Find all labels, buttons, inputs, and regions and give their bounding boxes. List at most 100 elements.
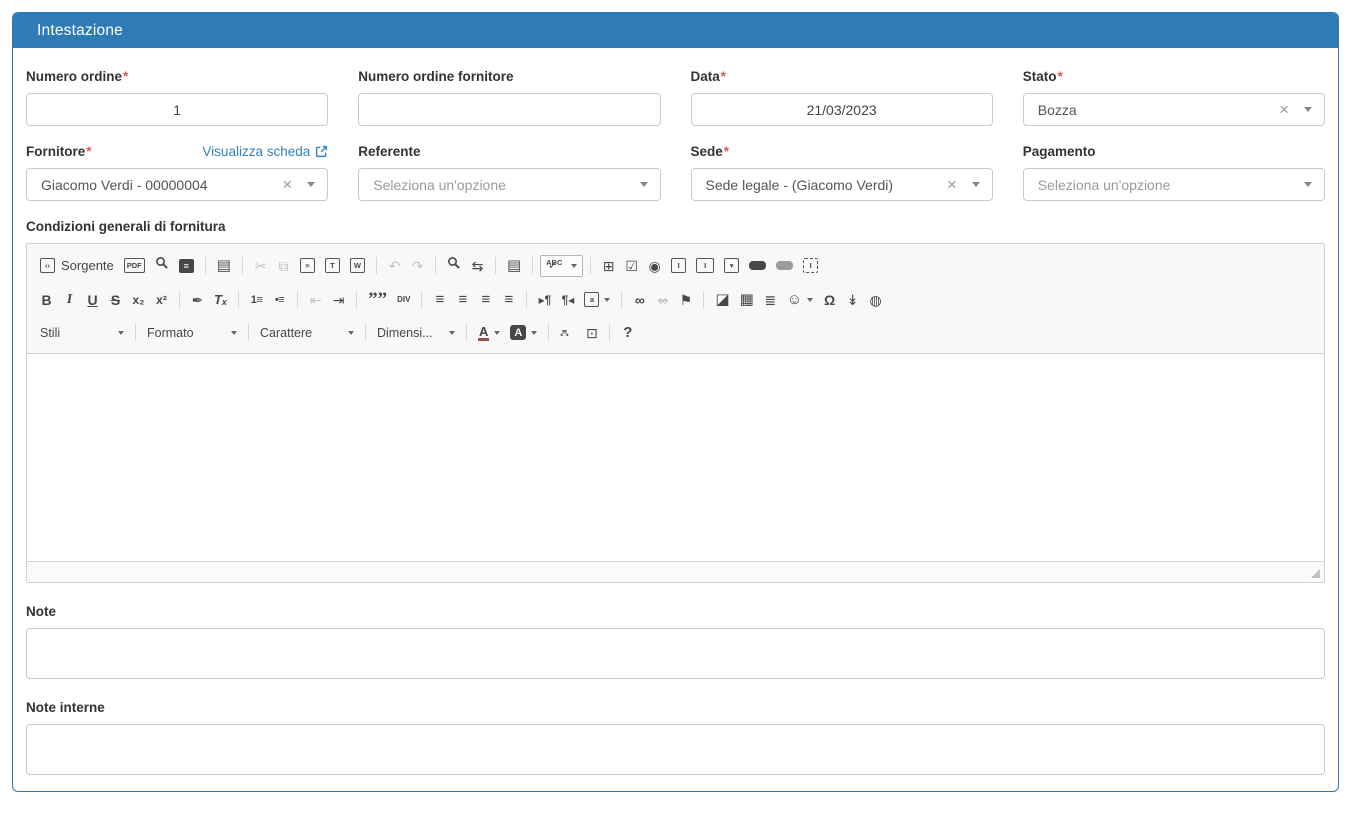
smiley-icon[interactable]: ☺ bbox=[783, 289, 817, 311]
anchor-icon[interactable]: ⚑ bbox=[675, 289, 696, 311]
numero-ordine-label: Numero ordine* bbox=[26, 69, 128, 84]
toolbar-separator bbox=[548, 324, 549, 341]
header-fields-grid: Numero ordine* Numero ordine fornitore D… bbox=[26, 68, 1325, 201]
clear-icon[interactable]: × bbox=[1279, 101, 1289, 118]
stato-label: Stato* bbox=[1023, 69, 1063, 84]
editor-content-area[interactable] bbox=[27, 354, 1324, 561]
copy-formatting-icon[interactable]: ✒ bbox=[187, 289, 208, 311]
bulleted-list-icon[interactable]: •≡ bbox=[269, 289, 290, 311]
templates-icon[interactable]: ▤ bbox=[213, 255, 235, 277]
clear-icon[interactable]: × bbox=[947, 176, 957, 193]
note-textarea[interactable] bbox=[26, 628, 1325, 679]
toolbar-separator bbox=[590, 257, 591, 274]
superscript-icon[interactable]: x² bbox=[151, 289, 172, 311]
bidi-ltr-icon[interactable]: ▸¶ bbox=[534, 289, 555, 311]
paste-icon[interactable]: ≡ bbox=[296, 255, 319, 277]
clear-icon[interactable]: × bbox=[282, 176, 292, 193]
replace-icon[interactable]: ⇆ bbox=[467, 255, 488, 277]
fornitore-label: Fornitore* bbox=[26, 144, 92, 159]
cut-icon: ✂ bbox=[250, 255, 271, 277]
align-left-icon[interactable]: ≡ bbox=[429, 289, 450, 311]
referente-label: Referente bbox=[358, 144, 420, 159]
toolbar-separator bbox=[205, 257, 206, 274]
print-icon[interactable]: ≡ bbox=[175, 255, 198, 277]
italic-icon[interactable]: I bbox=[59, 289, 80, 311]
hidden-field-icon[interactable]: I bbox=[799, 255, 822, 277]
data-label: Data* bbox=[691, 69, 727, 84]
print-preview-icon[interactable] bbox=[151, 254, 173, 277]
toolbar-separator bbox=[466, 324, 467, 341]
stato-select[interactable]: Bozza × bbox=[1023, 93, 1325, 126]
show-blocks-icon[interactable]: ⊡ bbox=[581, 322, 602, 344]
visualizza-scheda-link[interactable]: Visualizza scheda bbox=[202, 144, 328, 159]
form-icon[interactable]: ⊞ bbox=[598, 255, 619, 277]
data-input[interactable] bbox=[691, 93, 993, 126]
field-referente: Referente Seleziona un'opzione bbox=[358, 143, 660, 201]
underline-icon[interactable]: U bbox=[82, 289, 103, 311]
special-character-icon[interactable]: Ω bbox=[819, 289, 840, 311]
toolbar-separator bbox=[135, 324, 136, 341]
size-combo[interactable]: Dimensi... bbox=[373, 322, 459, 344]
sede-select[interactable]: Sede legale - (Giacomo Verdi) × bbox=[691, 168, 993, 201]
resize-handle[interactable] bbox=[1311, 569, 1320, 578]
pagamento-select[interactable]: Seleziona un'opzione bbox=[1023, 168, 1325, 201]
checkbox-icon[interactable]: ☑ bbox=[621, 255, 642, 277]
table-icon[interactable]: ▦ bbox=[736, 289, 758, 311]
language-icon[interactable]: a bbox=[580, 289, 614, 311]
referente-select[interactable]: Seleziona un'opzione bbox=[358, 168, 660, 201]
link-icon[interactable]: ∞ bbox=[629, 289, 650, 311]
numero-ordine-fornitore-input[interactable] bbox=[358, 93, 660, 126]
align-right-icon[interactable]: ≡ bbox=[475, 289, 496, 311]
strikethrough-icon[interactable]: S bbox=[105, 289, 126, 311]
div-container-icon[interactable]: DIV bbox=[393, 289, 414, 311]
image-button-icon[interactable] bbox=[772, 255, 797, 277]
toolbar-separator bbox=[365, 324, 366, 341]
toolbar-separator bbox=[376, 257, 377, 274]
bold-icon[interactable]: B bbox=[36, 289, 57, 311]
panel-body: Numero ordine* Numero ordine fornitore D… bbox=[13, 48, 1338, 792]
paste-from-word-icon[interactable]: W bbox=[346, 255, 369, 277]
maximize-icon[interactable] bbox=[556, 322, 579, 344]
numero-ordine-input[interactable] bbox=[26, 93, 328, 126]
blockquote-icon[interactable]: ”” bbox=[364, 289, 391, 311]
subscript-icon[interactable]: x₂ bbox=[128, 289, 149, 311]
intestazione-panel: Intestazione Numero ordine* Numero ordin… bbox=[12, 12, 1339, 792]
iframe-icon[interactable]: ◍ bbox=[865, 289, 886, 311]
align-center-icon[interactable]: ≡ bbox=[452, 289, 473, 311]
toolbar-separator bbox=[297, 291, 298, 308]
styles-combo[interactable]: Stili bbox=[36, 322, 128, 344]
export-pdf-icon[interactable]: PDF bbox=[120, 255, 149, 277]
increase-indent-icon[interactable]: ⇥ bbox=[328, 289, 349, 311]
select-field-icon[interactable]: ▾ bbox=[720, 255, 743, 277]
remove-format-icon[interactable]: Tₓ bbox=[210, 289, 231, 311]
select-all-icon[interactable]: ▤ bbox=[503, 255, 525, 277]
toolbar-separator bbox=[526, 291, 527, 308]
source-button[interactable]: ‹›Sorgente bbox=[36, 255, 118, 277]
textarea-icon[interactable]: I bbox=[692, 255, 718, 277]
font-combo[interactable]: Carattere bbox=[256, 322, 358, 344]
align-justify-icon[interactable]: ≡ bbox=[498, 289, 519, 311]
note-interne-textarea[interactable] bbox=[26, 724, 1325, 775]
paste-as-text-icon[interactable]: T bbox=[321, 255, 344, 277]
image-icon[interactable]: ◪ bbox=[711, 289, 733, 311]
find-icon[interactable] bbox=[443, 254, 465, 277]
radio-button-icon[interactable]: ◉ bbox=[644, 255, 665, 277]
decrease-indent-icon: ⇤ bbox=[305, 289, 326, 311]
fornitore-select[interactable]: Giacomo Verdi - 00000004 × bbox=[26, 168, 328, 201]
horizontal-rule-icon[interactable]: ≣ bbox=[760, 289, 781, 311]
page-break-icon[interactable]: ↡ bbox=[842, 289, 863, 311]
background-color-icon[interactable]: A bbox=[506, 322, 541, 344]
format-combo[interactable]: Formato bbox=[143, 322, 241, 344]
toolbar-separator bbox=[356, 291, 357, 308]
condizioni-label: Condizioni generali di fornitura bbox=[26, 219, 226, 234]
text-color-icon[interactable]: A bbox=[474, 322, 504, 344]
text-field-icon[interactable]: I bbox=[667, 255, 690, 277]
bidi-rtl-icon[interactable]: ¶◂ bbox=[557, 289, 578, 311]
numbered-list-icon[interactable]: 1≡ bbox=[246, 289, 267, 311]
about-icon[interactable]: ? bbox=[617, 322, 638, 344]
referente-placeholder: Seleziona un'opzione bbox=[373, 177, 639, 193]
spellcheck-button[interactable]: ABC✓ bbox=[540, 255, 583, 277]
button-icon[interactable] bbox=[745, 255, 770, 277]
required-asterisk: * bbox=[1058, 69, 1063, 84]
chevron-down-icon bbox=[972, 182, 980, 187]
